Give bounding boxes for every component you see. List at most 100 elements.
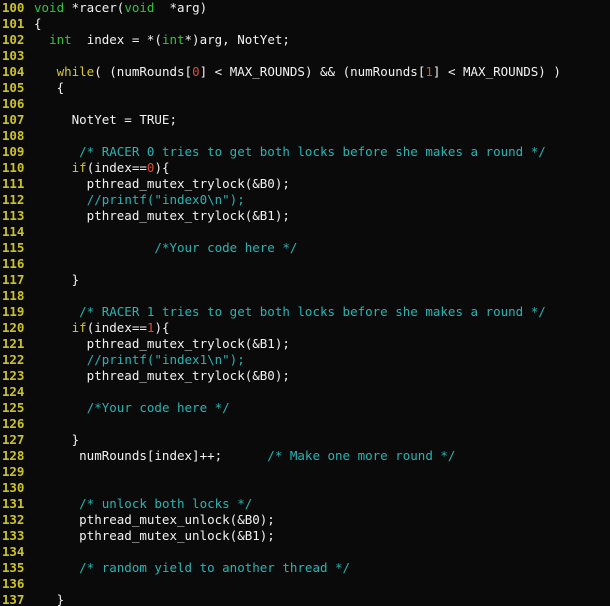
code-line[interactable]: 133 pthread_mutex_unlock(&B1);	[0, 528, 610, 544]
token-cmt: /*Your code here */	[154, 240, 298, 255]
line-source[interactable]: {	[28, 16, 610, 32]
code-line[interactable]: 105 {	[0, 80, 610, 96]
line-source[interactable]: if(index==0){	[28, 160, 610, 176]
line-source[interactable]	[28, 48, 610, 64]
line-source[interactable]: }	[28, 592, 610, 606]
line-source[interactable]: pthread_mutex_trylock(&B0);	[28, 368, 610, 384]
line-source[interactable]: pthread_mutex_trylock(&B0);	[28, 176, 610, 192]
line-source[interactable]: {	[28, 80, 610, 96]
line-source[interactable]: //printf("index0\n");	[28, 192, 610, 208]
line-number: 112	[2, 192, 25, 207]
code-line[interactable]: 130	[0, 480, 610, 496]
code-line[interactable]: 116	[0, 256, 610, 272]
line-number: 103	[2, 48, 25, 63]
token-plain: *arg)	[154, 0, 208, 15]
line-source[interactable]: /*Your code here */	[28, 400, 610, 416]
code-line[interactable]: 129	[0, 464, 610, 480]
line-source[interactable]: /* RACER 1 tries to get both locks befor…	[28, 304, 610, 320]
line-source[interactable]	[28, 224, 610, 240]
line-source[interactable]: //printf("index1\n");	[28, 352, 610, 368]
code-line[interactable]: 103	[0, 48, 610, 64]
code-line[interactable]: 106	[0, 96, 610, 112]
line-source[interactable]: /* RACER 0 tries to get both locks befor…	[28, 144, 610, 160]
line-source[interactable]	[28, 480, 610, 496]
code-line[interactable]: 123 pthread_mutex_trylock(&B0);	[0, 368, 610, 384]
line-source[interactable]: /* random yield to another thread */	[28, 560, 610, 576]
code-editor[interactable]: 100 void *racer(void *arg) 101{102 int ind…	[0, 0, 610, 606]
line-source[interactable]: numRounds[index]++; /* Make one more rou…	[28, 448, 610, 464]
code-line[interactable]: 121 pthread_mutex_trylock(&B1);	[0, 336, 610, 352]
line-source[interactable]	[28, 288, 610, 304]
line-number: 119	[2, 304, 25, 319]
token-plain: index = *(	[71, 32, 162, 47]
line-source[interactable]: int index = *(int*)arg, NotYet;	[28, 32, 610, 48]
line-source[interactable]: }	[28, 432, 610, 448]
line-source[interactable]	[28, 96, 610, 112]
code-line[interactable]: 111 pthread_mutex_trylock(&B0);	[0, 176, 610, 192]
line-source[interactable]: /* unlock both locks */	[28, 496, 610, 512]
line-source[interactable]: NotYet = TRUE;	[28, 112, 610, 128]
line-source[interactable]: pthread_mutex_unlock(&B0);	[28, 512, 610, 528]
code-line[interactable]: 128 numRounds[index]++; /* Make one more…	[0, 448, 610, 464]
line-number: 131	[2, 496, 25, 511]
code-line[interactable]: 119 /* RACER 1 tries to get both locks b…	[0, 304, 610, 320]
token-type: void	[124, 0, 155, 15]
code-line[interactable]: 137 }	[0, 592, 610, 606]
line-source[interactable]	[28, 256, 610, 272]
code-line[interactable]: 122 //printf("index1\n");	[0, 352, 610, 368]
token-plain: {	[34, 16, 42, 31]
token-cmt: /* random yield to another thread */	[79, 560, 351, 575]
line-source[interactable]	[28, 544, 610, 560]
code-line[interactable]: 112 //printf("index0\n");	[0, 192, 610, 208]
line-source[interactable]: while( (numRounds[0] < MAX_ROUNDS) && (n…	[28, 64, 610, 80]
code-line[interactable]: 110 if(index==0){	[0, 160, 610, 176]
code-line[interactable]: 131 /* unlock both locks */	[0, 496, 610, 512]
code-line[interactable]: 101 {	[0, 16, 610, 32]
line-source[interactable]	[28, 576, 610, 592]
code-content-area[interactable]: 100 void *racer(void *arg) 101{102 int ind…	[0, 0, 610, 606]
token-plain: pthread_mutex_trylock(&B1);	[34, 208, 290, 223]
line-source[interactable]	[28, 384, 610, 400]
code-line[interactable]: 126	[0, 416, 610, 432]
token-cmt: //printf("index0\n");	[86, 192, 245, 207]
code-line[interactable]: 124	[0, 384, 610, 400]
code-line[interactable]: 108	[0, 128, 610, 144]
token-type: int	[161, 32, 185, 47]
line-source[interactable]	[28, 464, 610, 480]
code-line[interactable]: 136	[0, 576, 610, 592]
code-line[interactable]: 120 if(index==1){	[0, 320, 610, 336]
code-line[interactable]: 114	[0, 224, 610, 240]
code-line[interactable]: 104 while( (numRounds[0] < MAX_ROUNDS) &…	[0, 64, 610, 80]
code-line[interactable]: 125 /*Your code here */	[0, 400, 610, 416]
code-line[interactable]: 132 pthread_mutex_unlock(&B0);	[0, 512, 610, 528]
line-source[interactable]: pthread_mutex_trylock(&B1);	[28, 208, 610, 224]
line-number: 105	[2, 80, 25, 95]
code-line[interactable]: 117 }	[0, 272, 610, 288]
code-line[interactable]: 100 void *racer(void *arg)	[0, 0, 610, 16]
code-line[interactable]: 135 /* random yield to another thread */	[0, 560, 610, 576]
code-line[interactable]: 118	[0, 288, 610, 304]
line-source[interactable]: }	[28, 272, 610, 288]
line-source[interactable]: /*Your code here */	[28, 240, 610, 256]
code-line[interactable]: 134	[0, 544, 610, 560]
token-plain: ){	[154, 320, 170, 335]
line-source[interactable]	[28, 128, 610, 144]
code-line[interactable]: 109 /* RACER 0 tries to get both locks b…	[0, 144, 610, 160]
code-line[interactable]: 115 /*Your code here */	[0, 240, 610, 256]
line-number: 104	[2, 64, 25, 79]
line-source[interactable]: if(index==1){	[28, 320, 610, 336]
code-line[interactable]: 102 int index = *(int*)arg, NotYet;	[0, 32, 610, 48]
token-cmt: //printf("index1\n");	[86, 352, 245, 367]
line-source[interactable]	[28, 416, 610, 432]
code-line[interactable]: 107 NotYet = TRUE;	[0, 112, 610, 128]
code-line[interactable]: 127 }	[0, 432, 610, 448]
code-line[interactable]: 113 pthread_mutex_trylock(&B1);	[0, 208, 610, 224]
token-plain: pthread_mutex_unlock(&B0);	[34, 512, 275, 527]
line-source[interactable]: void *racer(void *arg)	[28, 0, 610, 16]
line-source[interactable]: pthread_mutex_trylock(&B1);	[28, 336, 610, 352]
line-number: 129	[2, 464, 25, 479]
line-number: 128	[2, 448, 25, 463]
line-source[interactable]: pthread_mutex_unlock(&B1);	[28, 528, 610, 544]
